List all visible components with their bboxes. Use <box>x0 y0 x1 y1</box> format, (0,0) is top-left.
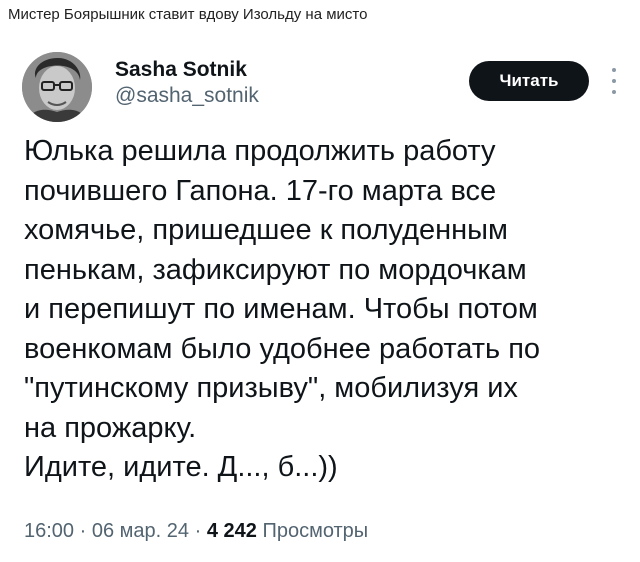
more-dot <box>612 78 616 83</box>
avatar-portrait-icon <box>22 52 92 122</box>
tweet-card: Sasha Sotnik @sasha_sotnik Читать Юлька … <box>0 30 640 562</box>
tweet-time[interactable]: 16:00 <box>24 520 74 542</box>
tweet-text-line: Юлька решила продолжить работу <box>24 135 496 167</box>
views-count: 4 242 <box>206 520 257 542</box>
tweet-text-line: почившего Гапона. 17-го марта все <box>24 174 497 207</box>
tweet-text-line: хомячье, пришедшее к полуденным <box>24 214 508 246</box>
more-dot <box>612 67 616 72</box>
tweet-text-line: Идите, идите. Д..., б...)) <box>24 451 338 483</box>
tweet-text-line: "путинскому призыву", мобилизуя их <box>24 372 518 404</box>
author-name[interactable]: Sasha Sotnik <box>115 58 247 82</box>
views-label: Просмотры <box>262 520 369 542</box>
more-vertical-icon[interactable] <box>607 64 621 98</box>
tweet-text-line: пенькам, зафиксируют по мордочкам <box>24 253 527 286</box>
author-handle[interactable]: @sasha_sotnik <box>115 84 259 108</box>
post-caption: Мистер Боярышник ставит вдову Изольду на… <box>8 6 368 23</box>
tweet-text: Юлька решила продолжить работу почившего… <box>24 132 624 488</box>
tweet-text-line: военкомам было удобнее работать по <box>24 332 541 365</box>
tweet-meta: 16:00 · 06 мар. 24 · 4 242 Просмотры <box>24 520 368 543</box>
avatar[interactable] <box>22 52 92 122</box>
follow-button[interactable]: Читать <box>469 61 589 101</box>
tweet-text-line: на прожарку. <box>24 411 197 444</box>
meta-separator: · <box>79 520 87 542</box>
meta-separator: · <box>194 520 202 542</box>
tweet-text-line: и перепишут по именам. Чтобы потом <box>24 293 538 325</box>
tweet-date[interactable]: 06 мар. 24 <box>92 520 189 542</box>
more-dot <box>612 90 616 95</box>
